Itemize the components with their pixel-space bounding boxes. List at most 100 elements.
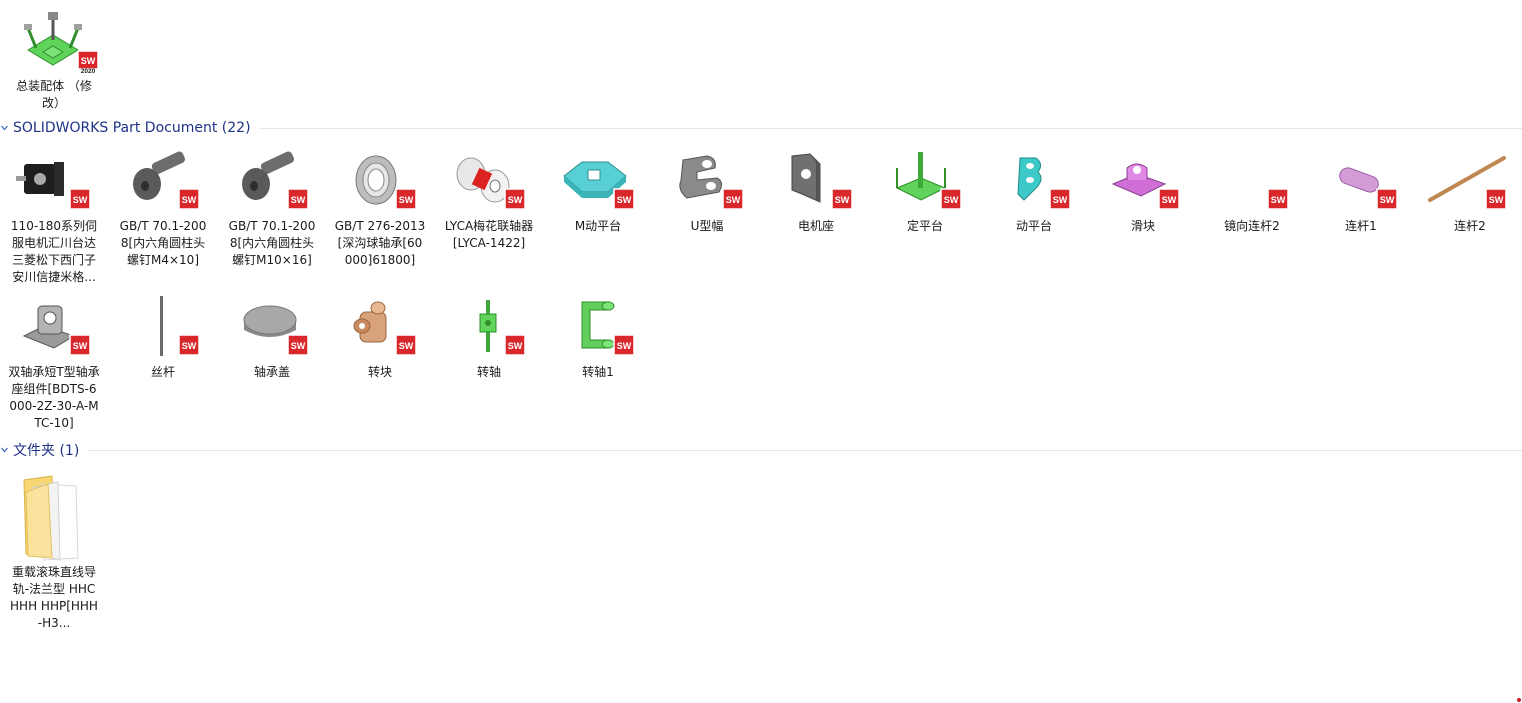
part-file-label: 电机座 <box>797 219 834 233</box>
part-thumbnail: SW <box>1095 150 1191 218</box>
part-file-label: LYCA梅花联轴器[LYCA-1422] <box>444 219 534 250</box>
part-file-item[interactable]: SW 双轴承短T型轴承座组件[BDTS-6000-2Z-30-A-MTC-10] <box>6 296 102 432</box>
part-thumbnail: SW <box>115 150 211 218</box>
folder-icon <box>23 475 79 561</box>
part-file-item[interactable]: SW LYCA梅花联轴器[LYCA-1422] <box>441 150 537 252</box>
svg-text:SW: SW <box>73 341 88 351</box>
part-file-item[interactable]: SW GB∕T 276-2013[深沟球轴承[60000]61800] <box>332 150 428 269</box>
solidworks-part-badge-icon: SW <box>722 188 744 210</box>
part-file-item[interactable]: SW GB∕T 70.1-2008[内六角圆柱头螺钉M10×16] <box>224 150 320 269</box>
assembly-thumbnail: SW 2020 <box>6 10 102 78</box>
part-thumbnail: SW <box>441 150 537 218</box>
part-file-item[interactable]: SW 连杆2 <box>1422 150 1518 235</box>
svg-text:SW: SW <box>291 341 306 351</box>
svg-text:SW: SW <box>1271 195 1286 205</box>
solidworks-part-badge-icon: SW <box>1376 188 1398 210</box>
chevron-down-icon <box>1 125 9 131</box>
part-thumbnail: SW <box>224 296 320 364</box>
part-file-item[interactable]: SW U型幅 <box>659 150 755 235</box>
part-file-item[interactable]: SW 电机座 <box>768 150 864 235</box>
group-divider <box>87 449 1522 451</box>
part-file-item[interactable]: SW 轴承盖 <box>224 296 320 381</box>
part-thumbnail: SW <box>550 150 646 218</box>
svg-text:SW: SW <box>182 341 197 351</box>
svg-text:SW: SW <box>73 195 88 205</box>
part-file-item[interactable]: SW 定平台 <box>877 150 973 235</box>
part-file-item[interactable]: SW 丝杆 <box>115 296 211 381</box>
part-file-label: 转块 <box>367 365 392 379</box>
part-file-item[interactable]: SW 转轴1 <box>550 296 646 381</box>
part-file-label: 滑块 <box>1130 219 1155 233</box>
solidworks-part-badge-icon: SW <box>613 334 635 356</box>
solidworks-part-badge-icon: SW <box>287 188 309 210</box>
part-file-item[interactable]: SW 转轴 <box>441 296 537 381</box>
part-file-item[interactable]: SW 镜向连杆2 <box>1204 150 1300 235</box>
part-thumbnail: SW <box>659 150 755 218</box>
part-thumbnail: SW <box>441 296 537 364</box>
part-file-label: U型幅 <box>690 219 724 233</box>
part-file-label: 连杆1 <box>1345 219 1377 233</box>
part-file-item[interactable]: SW GB∕T 70.1-2008[内六角圆柱头螺钉M4×10] <box>115 150 211 269</box>
part-file-label: GB∕T 70.1-2008[内六角圆柱头螺钉M10×16] <box>228 219 316 267</box>
part-thumbnail: SW <box>986 150 1082 218</box>
svg-text:SW: SW <box>81 56 96 66</box>
solidworks-part-badge-icon: SW <box>1267 188 1289 210</box>
folder-label: 重载滚珠直线导轨-法兰型 HHC HHH HHP[HHH-H3... <box>10 565 98 630</box>
svg-text:SW: SW <box>1489 195 1504 205</box>
group-header-part-documents[interactable]: SOLIDWORKS Part Document (22) <box>0 118 1522 138</box>
solidworks-part-badge-icon: SW <box>69 188 91 210</box>
svg-text:SW: SW <box>617 341 632 351</box>
solidworks-part-badge-icon: SW <box>831 188 853 210</box>
group-header-folders[interactable]: 文件夹 (1) <box>0 440 1522 460</box>
part-thumbnail: SW <box>550 296 646 364</box>
part-thumbnail: SW <box>115 296 211 364</box>
status-indicator <box>1517 698 1521 702</box>
svg-text:SW: SW <box>1053 195 1068 205</box>
assembly-file-label: 总装配体 （修改） <box>16 79 92 110</box>
solidworks-part-badge-icon: SW <box>395 334 417 356</box>
solidworks-assembly-badge-icon: SW 2020 <box>77 50 99 74</box>
folder-item[interactable]: 重载滚珠直线导轨-法兰型 HHC HHH HHP[HHH-H3... <box>6 474 102 632</box>
group-title: 文件夹 (1) <box>13 443 80 459</box>
part-file-label: GB∕T 70.1-2008[内六角圆柱头螺钉M4×10] <box>119 219 207 267</box>
part-file-item[interactable]: SW M动平台 <box>550 150 646 235</box>
part-file-item[interactable]: SW 滑块 <box>1095 150 1191 235</box>
assembly-file-item[interactable]: SW 2020 总装配体 （修改） <box>6 10 102 112</box>
part-file-label: 双轴承短T型轴承座组件[BDTS-6000-2Z-30-A-MTC-10] <box>8 365 100 430</box>
part-file-item[interactable]: SW 110-180系列伺服电机汇川台达三菱松下西门子安川信捷米格... <box>6 150 102 286</box>
svg-text:SW: SW <box>399 195 414 205</box>
solidworks-part-badge-icon: SW <box>940 188 962 210</box>
chevron-down-icon <box>1 447 9 453</box>
solidworks-part-badge-icon: SW <box>1049 188 1071 210</box>
part-file-label: 镜向连杆2 <box>1224 219 1280 233</box>
part-thumbnail: SW <box>1422 150 1518 218</box>
svg-text:SW: SW <box>726 195 741 205</box>
part-thumbnail: SW <box>768 150 864 218</box>
part-file-label: 动平台 <box>1015 219 1052 233</box>
solidworks-part-badge-icon: SW <box>1158 188 1180 210</box>
part-thumbnail: SW <box>6 296 102 364</box>
part-thumbnail: SW <box>332 296 428 364</box>
part-file-item[interactable]: SW 连杆1 <box>1313 150 1409 235</box>
svg-text:SW: SW <box>1162 195 1177 205</box>
part-thumbnail: SW <box>1204 150 1300 218</box>
group-divider <box>258 127 1522 129</box>
svg-text:SW: SW <box>835 195 850 205</box>
svg-text:SW: SW <box>508 195 523 205</box>
part-file-item[interactable]: SW 动平台 <box>986 150 1082 235</box>
part-file-label: 连杆2 <box>1454 219 1486 233</box>
part-thumbnail: SW <box>877 150 973 218</box>
part-file-label: 丝杆 <box>150 365 175 379</box>
solidworks-part-badge-icon: SW <box>69 334 91 356</box>
svg-text:2020: 2020 <box>81 68 96 74</box>
part-thumbnail: SW <box>1313 150 1409 218</box>
solidworks-part-badge-icon: SW <box>178 188 200 210</box>
folder-thumbnail <box>6 474 102 564</box>
solidworks-part-badge-icon: SW <box>178 334 200 356</box>
solidworks-part-badge-icon: SW <box>287 334 309 356</box>
part-file-item[interactable]: SW 转块 <box>332 296 428 381</box>
solidworks-part-badge-icon: SW <box>395 188 417 210</box>
svg-text:SW: SW <box>399 341 414 351</box>
group-title: SOLIDWORKS Part Document (22) <box>13 120 251 136</box>
part-thumbnail: SW <box>224 150 320 218</box>
